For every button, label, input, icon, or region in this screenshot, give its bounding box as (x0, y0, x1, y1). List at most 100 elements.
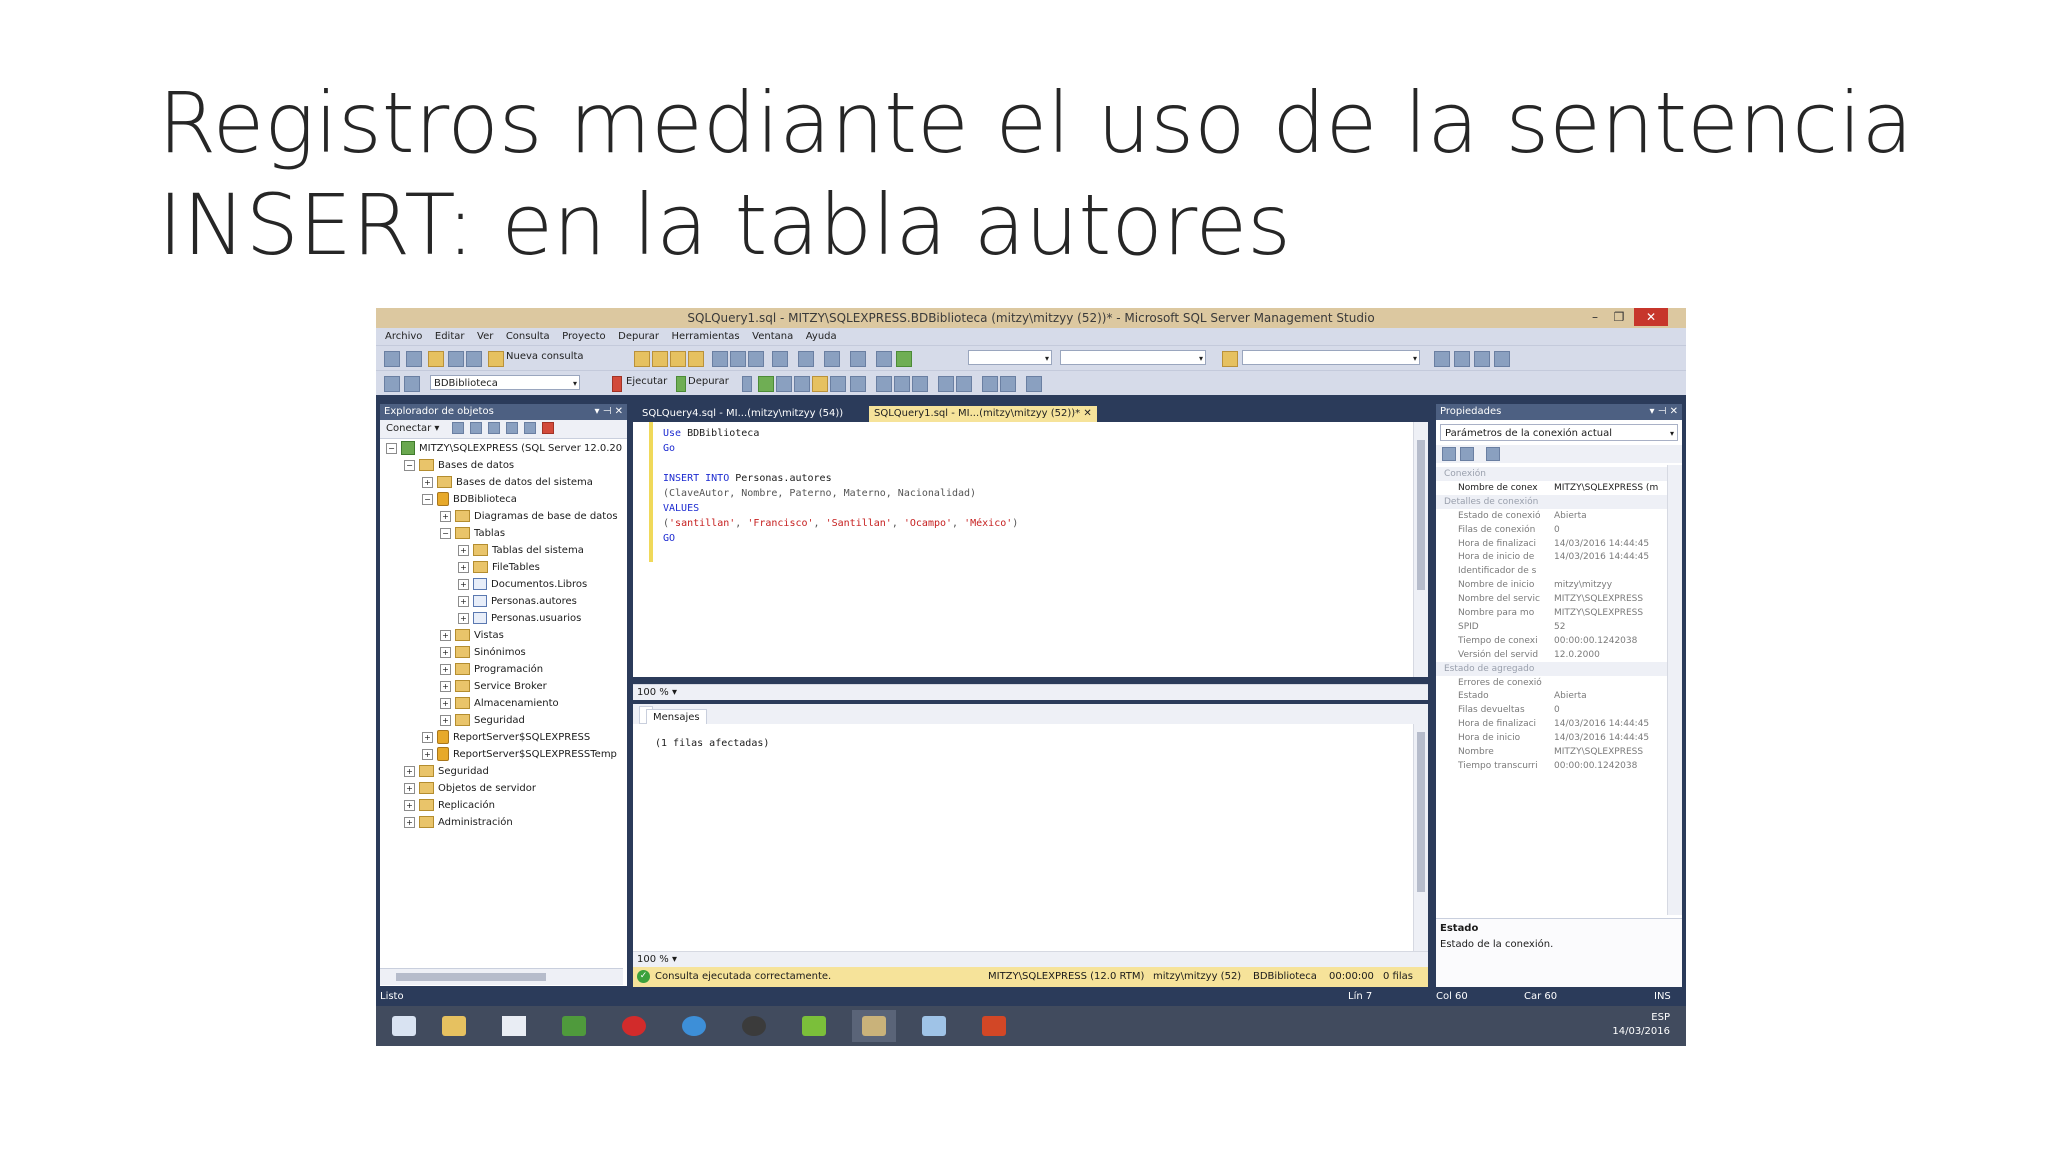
properties-window-icon[interactable] (1454, 351, 1470, 367)
expand-icon[interactable]: + (440, 680, 451, 692)
analysis-query-icon[interactable] (652, 351, 668, 367)
property-row[interactable]: Errores de conexió (1436, 676, 1668, 690)
debug-button[interactable]: Depurar (688, 376, 729, 387)
expand-icon[interactable]: + (458, 612, 469, 624)
activity-monitor-icon[interactable] (542, 422, 554, 434)
taskbar-monitor[interactable] (552, 1010, 596, 1042)
expand-icon[interactable]: + (440, 697, 451, 709)
property-row[interactable]: Nombre de conex MITZY\SQLEXPRESS (m (1436, 481, 1668, 495)
property-row[interactable]: Tiempo de conexi 00:00:00.1242038 (1436, 634, 1668, 648)
expand-icon[interactable]: + (440, 663, 451, 675)
start-icon[interactable] (896, 351, 912, 367)
taskbar-ssms[interactable] (852, 1010, 896, 1042)
property-row[interactable]: Nombre MITZY\SQLEXPRESS (1436, 745, 1668, 759)
close-tab-icon[interactable]: ✕ (1083, 408, 1091, 419)
menu-ver[interactable]: Ver (477, 328, 493, 345)
expand-icon[interactable]: + (440, 510, 451, 522)
property-row[interactable]: Hora de finalizaci 14/03/2016 14:44:45 (1436, 537, 1668, 551)
start-button[interactable] (382, 1010, 426, 1042)
property-row[interactable]: SPID 52 (1436, 620, 1668, 634)
db-query-icon[interactable] (634, 351, 650, 367)
expand-icon[interactable]: + (440, 714, 451, 726)
menu-proyecto[interactable]: Proyecto (562, 328, 605, 345)
expand-icon[interactable]: + (458, 544, 469, 556)
results-to-text-icon[interactable] (812, 376, 828, 392)
tree-node[interactable]: + Programación (440, 661, 543, 678)
maximize-button[interactable]: ❐ (1608, 308, 1630, 326)
expand-icon[interactable]: + (458, 561, 469, 573)
mdx-query-icon[interactable] (670, 351, 686, 367)
taskbar-opera[interactable] (612, 1010, 656, 1042)
cancel-query-icon[interactable] (742, 376, 752, 392)
properties-object-select[interactable]: Parámetros de la conexión actual ▾ (1440, 424, 1678, 441)
solution-platform-select[interactable]: ▾ (1060, 350, 1206, 365)
tree-node[interactable]: − Tablas (440, 525, 505, 542)
parse-icon[interactable] (758, 376, 774, 392)
find-in-files-icon[interactable] (1434, 351, 1450, 367)
collapse-icon[interactable]: − (404, 459, 415, 471)
comment-icon[interactable] (938, 376, 954, 392)
tree-node[interactable]: + Personas.autores (458, 593, 577, 610)
specify-values-icon[interactable] (1026, 376, 1042, 392)
navigate-back-icon[interactable] (824, 351, 840, 367)
expand-icon[interactable]: + (404, 799, 415, 811)
taskbar-powerpoint[interactable] (972, 1010, 1016, 1042)
save-all-icon[interactable] (466, 351, 482, 367)
navigate-forward-icon[interactable] (850, 351, 866, 367)
tree-node[interactable]: + Vistas (440, 627, 504, 644)
tree-node[interactable]: + Seguridad (404, 763, 489, 780)
property-row[interactable]: Nombre de inicio mitzy\mitzyy (1436, 578, 1668, 592)
solution-config-select[interactable]: ▾ (968, 350, 1052, 365)
display-plan-icon[interactable] (776, 376, 792, 392)
collapse-icon[interactable]: − (386, 442, 397, 454)
solution-explorer-icon[interactable] (876, 351, 892, 367)
tree-node[interactable]: + Personas.usuarios (458, 610, 581, 627)
add-item-icon[interactable] (406, 351, 422, 367)
property-row[interactable]: Estado de conexió Abierta (1436, 509, 1668, 523)
live-stats-icon[interactable] (894, 376, 910, 392)
copy-icon[interactable] (730, 351, 746, 367)
tree-node[interactable]: + ReportServer$SQLEXPRESS (422, 729, 590, 746)
connect-icon[interactable] (384, 376, 400, 392)
property-row[interactable]: Identificador de s (1436, 564, 1668, 578)
property-pages-icon[interactable] (1486, 447, 1500, 461)
menu-ayuda[interactable]: Ayuda (806, 328, 837, 345)
query-designer-icon[interactable] (794, 376, 810, 392)
decrease-indent-icon[interactable] (982, 376, 998, 392)
collapse-icon[interactable]: − (440, 527, 451, 539)
taskbar-media[interactable] (732, 1010, 776, 1042)
expand-icon[interactable]: + (422, 731, 433, 743)
open-folder-icon[interactable] (428, 351, 444, 367)
connect-button[interactable]: Conectar ▾ (386, 423, 439, 434)
messages-vscroll[interactable] (1413, 724, 1428, 951)
increase-indent-icon[interactable] (1000, 376, 1016, 392)
editor-vscroll-thumb[interactable] (1417, 440, 1425, 590)
properties-vscroll[interactable] (1667, 465, 1682, 915)
categorized-icon[interactable] (1442, 447, 1456, 461)
chevron-down-icon[interactable]: ▾ (672, 687, 677, 698)
property-row[interactable]: Hora de finalizaci 14/03/2016 14:44:45 (1436, 717, 1668, 731)
tree-node[interactable]: + Seguridad (440, 712, 525, 729)
property-row[interactable]: Nombre del servic MITZY\SQLEXPRESS (1436, 592, 1668, 606)
property-row[interactable]: Nombre para mo MITZY\SQLEXPRESS (1436, 606, 1668, 620)
object-explorer-hscroll[interactable] (380, 968, 623, 985)
include-plan-icon[interactable] (876, 376, 892, 392)
xmla-query-icon[interactable] (688, 351, 704, 367)
tree-node[interactable]: + Sinónimos (440, 644, 526, 661)
change-connection-icon[interactable] (404, 376, 420, 392)
expand-icon[interactable]: + (404, 765, 415, 777)
pin-icon[interactable]: ▾ ⊣ ✕ (595, 404, 623, 420)
tree-node[interactable]: + Documentos.Libros (458, 576, 587, 593)
new-query-button[interactable]: Nueva consulta (506, 351, 584, 362)
tree-node[interactable]: + ReportServer$SQLEXPRESSTemp (422, 746, 617, 763)
tree-node[interactable]: + Almacenamiento (440, 695, 559, 712)
hscroll-thumb[interactable] (396, 973, 546, 981)
new-project-icon[interactable] (384, 351, 400, 367)
tree-node[interactable]: − MITZY\SQLEXPRESS (SQL Server 12.0.20 (386, 440, 622, 457)
tree-node[interactable]: − Bases de datos (404, 457, 514, 474)
editor-vscroll[interactable] (1413, 422, 1428, 677)
property-category[interactable]: Conexión (1436, 467, 1668, 481)
chevron-down-icon[interactable]: ▾ (672, 954, 677, 965)
property-row[interactable]: Hora de inicio 14/03/2016 14:44:45 (1436, 731, 1668, 745)
results-zoom-select[interactable]: 100 % (637, 954, 669, 965)
